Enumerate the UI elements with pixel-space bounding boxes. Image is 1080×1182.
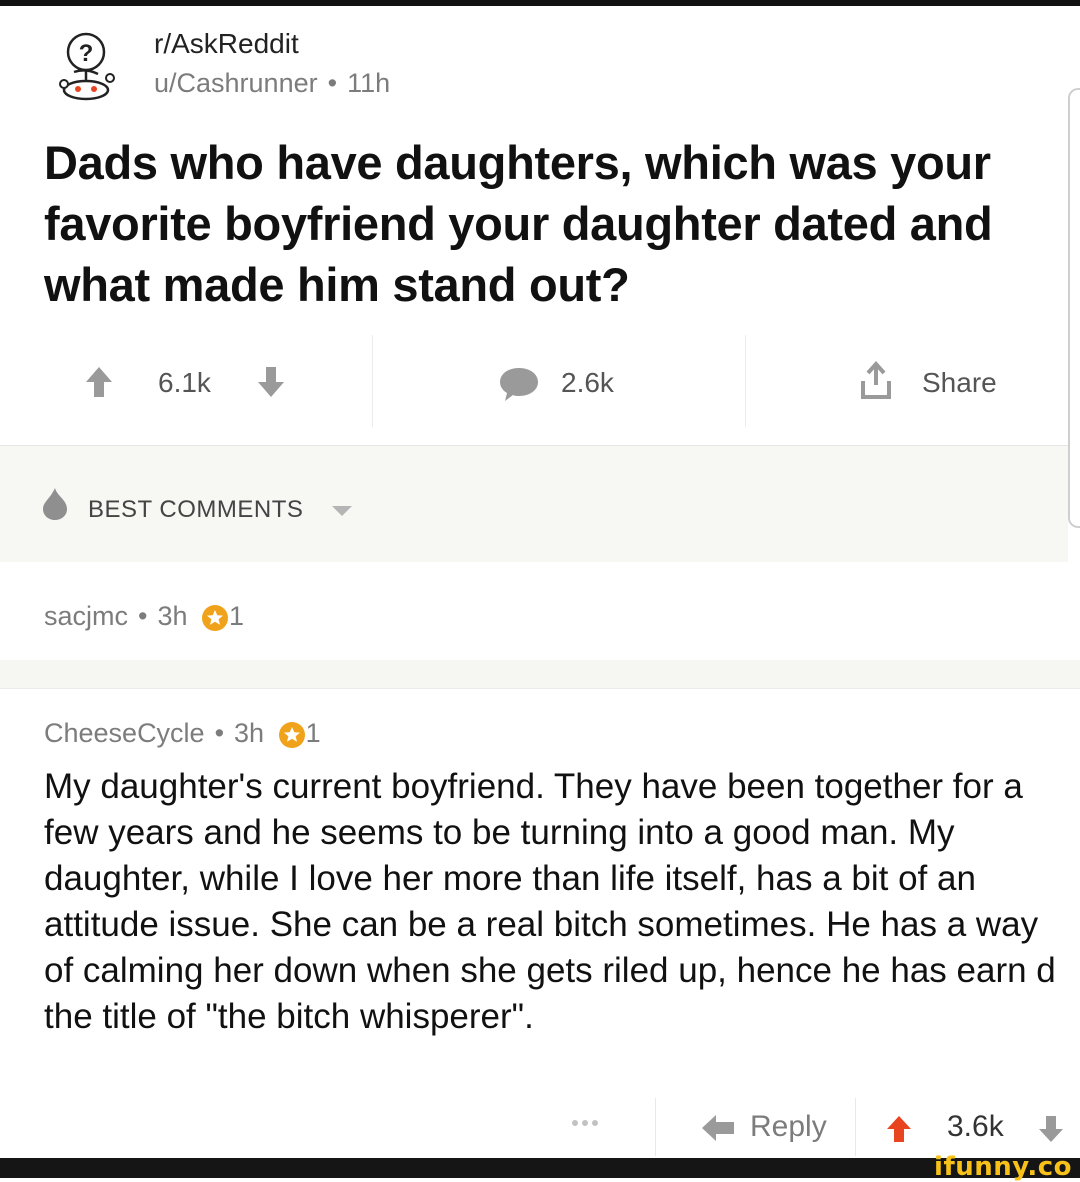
award-icon [278,721,305,748]
comment-age: 3h [157,601,188,631]
reply-label: Reply [750,1110,827,1143]
upvote-arrow-icon[interactable] [885,1114,913,1144]
top-border [0,0,1080,6]
comment-sort-bar[interactable]: BEST COMMENTS [0,446,1068,562]
comment-separator-band [0,660,1080,688]
comment-author[interactable]: sacjmc [44,601,128,631]
post-action-bar: 6.1k 2.6k Share [0,335,1070,445]
comment-separator-line [0,688,1080,689]
sort-label: BEST COMMENTS [88,496,304,523]
post-title[interactable]: Dads who have daughters, which was your … [44,132,1024,315]
vote-group: 6.1k [0,335,372,431]
comment-meta: CheeseCycle • 3h 1 [44,718,321,749]
comments-button[interactable]: 2.6k [373,335,745,431]
share-icon [861,361,891,399]
comment-collapsed[interactable]: sacjmc • 3h 1 [0,565,1080,665]
comment-bubble-icon [500,368,538,401]
downvote-arrow-icon[interactable] [256,365,286,399]
subreddit-askreddit-icon[interactable]: ? [52,30,124,102]
comment-age: 3h [234,718,265,748]
share-label: Share [922,367,997,398]
meta-separator: • [214,718,225,748]
downvote-arrow-icon[interactable] [1037,1114,1065,1144]
comment-body: My daughter's current boyfriend. They ha… [44,767,1056,1036]
scroll-rail[interactable] [1068,88,1080,528]
meta-separator: • [138,601,148,631]
post-meta: u/Cashrunner • 11h [154,68,390,99]
action-divider [655,1098,656,1156]
flame-icon [43,488,67,520]
reply-arrow-icon [702,1115,734,1141]
chevron-down-icon [332,506,352,516]
svg-text:?: ? [79,40,94,67]
comment-score: 3.6k [947,1110,1004,1143]
award-count: 1 [305,718,321,748]
comment-author[interactable]: CheeseCycle [44,718,205,748]
share-button[interactable]: Share [746,335,1066,431]
meta-separator: • [327,68,338,98]
post-author[interactable]: u/Cashrunner [154,68,318,98]
post-header: ? r/AskReddit u/Cashrunner • 11h [44,28,944,108]
upvote-arrow-icon[interactable] [84,365,114,399]
comment-meta: sacjmc • 3h 1 [44,601,244,632]
award-icon [202,604,229,631]
post-age: 11h [347,68,391,98]
award-count: 1 [229,601,245,631]
upvote-count: 6.1k [158,367,211,398]
more-options-icon[interactable] [570,1118,600,1128]
footer-bar: ifunny.co [0,1152,1080,1182]
comment-count: 2.6k [561,367,614,398]
subreddit-name[interactable]: r/AskReddit [154,28,299,60]
action-divider [855,1098,856,1156]
comment-actions: Reply 3.6k [0,1098,1080,1158]
